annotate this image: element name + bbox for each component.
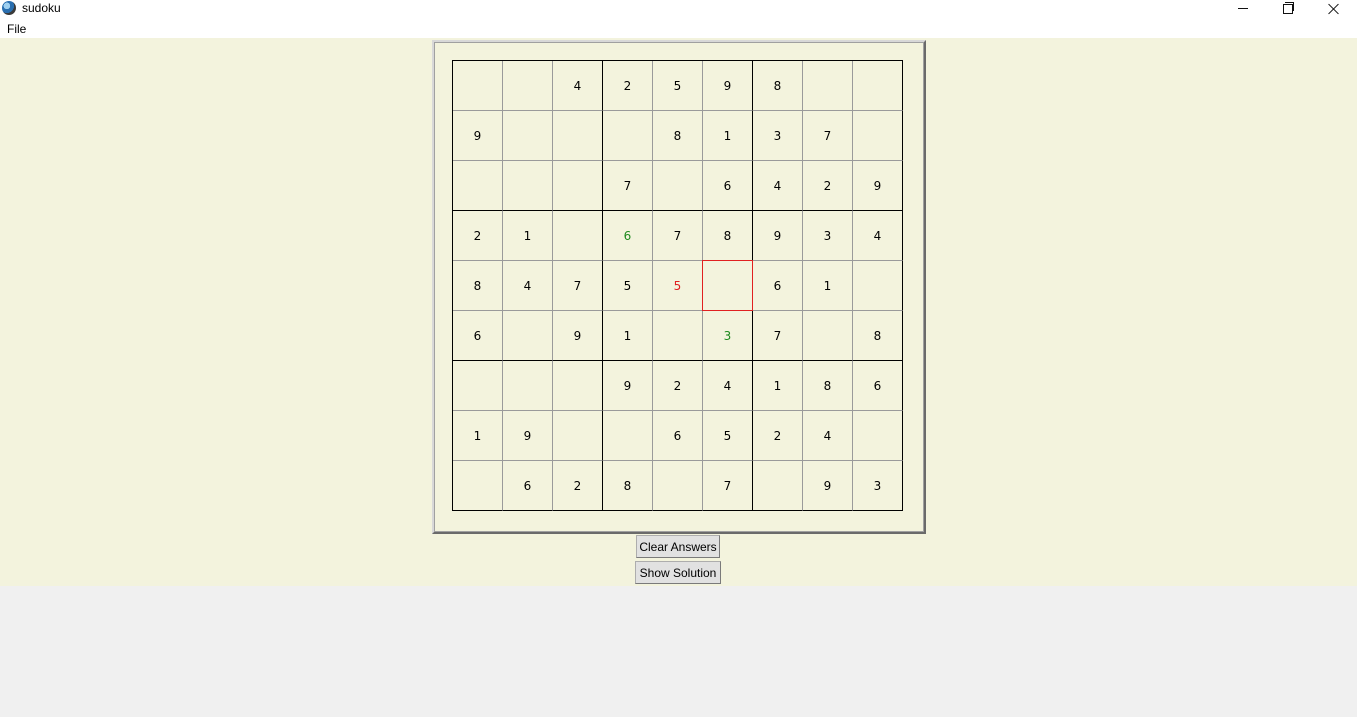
sudoku-cell[interactable]: 9 bbox=[453, 111, 503, 161]
sudoku-cell[interactable] bbox=[453, 461, 503, 511]
sudoku-cell[interactable] bbox=[853, 111, 903, 161]
sudoku-cell[interactable] bbox=[653, 461, 703, 511]
restore-button[interactable] bbox=[1265, 0, 1311, 17]
sudoku-cell[interactable]: 3 bbox=[753, 111, 803, 161]
close-button[interactable] bbox=[1311, 0, 1357, 17]
sudoku-cell[interactable]: 2 bbox=[603, 61, 653, 111]
sudoku-cell[interactable]: 8 bbox=[853, 311, 903, 361]
sudoku-cell[interactable] bbox=[603, 111, 653, 161]
sudoku-cell[interactable] bbox=[803, 311, 853, 361]
sudoku-cell[interactable]: 1 bbox=[753, 361, 803, 411]
sudoku-cell[interactable]: 8 bbox=[453, 261, 503, 311]
sudoku-cell[interactable]: 9 bbox=[803, 461, 853, 511]
sudoku-cell[interactable] bbox=[753, 461, 803, 511]
sudoku-cell[interactable]: 6 bbox=[703, 161, 753, 211]
sudoku-cell[interactable]: 2 bbox=[553, 461, 603, 511]
sudoku-cell[interactable]: 9 bbox=[853, 161, 903, 211]
sudoku-cell[interactable] bbox=[553, 411, 603, 461]
sudoku-cell[interactable]: 5 bbox=[653, 61, 703, 111]
sudoku-cell[interactable] bbox=[503, 161, 553, 211]
sudoku-cell[interactable]: 1 bbox=[603, 311, 653, 361]
sudoku-cell[interactable]: 9 bbox=[703, 61, 753, 111]
sudoku-cell[interactable] bbox=[853, 411, 903, 461]
sudoku-cell[interactable]: 2 bbox=[653, 361, 703, 411]
sudoku-cell[interactable]: 4 bbox=[753, 161, 803, 211]
sudoku-cell[interactable]: 6 bbox=[453, 311, 503, 361]
sudoku-cell[interactable] bbox=[503, 361, 553, 411]
sudoku-cell[interactable]: 4 bbox=[803, 411, 853, 461]
sudoku-cell[interactable]: 6 bbox=[503, 461, 553, 511]
sudoku-cell[interactable]: 8 bbox=[803, 361, 853, 411]
menu-file[interactable]: File bbox=[7, 22, 26, 36]
sudoku-cell[interactable]: 4 bbox=[853, 211, 903, 261]
sudoku-cell[interactable]: 5 bbox=[703, 411, 753, 461]
sudoku-grid: 4259898137764292167893484755616913789241… bbox=[452, 60, 903, 511]
sudoku-cell[interactable] bbox=[453, 361, 503, 411]
sudoku-cell[interactable]: 6 bbox=[653, 411, 703, 461]
sudoku-cell[interactable]: 8 bbox=[653, 111, 703, 161]
sudoku-cell[interactable] bbox=[603, 411, 653, 461]
sudoku-cell[interactable]: 2 bbox=[453, 211, 503, 261]
clear-answers-button[interactable]: Clear Answers bbox=[636, 535, 720, 558]
sudoku-cell[interactable] bbox=[553, 111, 603, 161]
restore-icon bbox=[1283, 1, 1294, 14]
sudoku-cell[interactable] bbox=[803, 61, 853, 111]
sudoku-cell[interactable] bbox=[553, 361, 603, 411]
sudoku-cell[interactable]: 7 bbox=[703, 461, 753, 511]
sudoku-cell[interactable]: 1 bbox=[453, 411, 503, 461]
sudoku-cell[interactable]: 5 bbox=[603, 261, 653, 311]
sudoku-cell[interactable]: 1 bbox=[703, 111, 753, 161]
sudoku-cell[interactable] bbox=[553, 161, 603, 211]
sudoku-cell[interactable]: 4 bbox=[503, 261, 553, 311]
sudoku-cell[interactable]: 9 bbox=[603, 361, 653, 411]
sudoku-cell[interactable] bbox=[653, 161, 703, 211]
title-bar: sudoku bbox=[0, 0, 1357, 17]
sudoku-cell[interactable] bbox=[853, 61, 903, 111]
sudoku-cell[interactable]: 9 bbox=[753, 211, 803, 261]
sudoku-cell[interactable]: 6 bbox=[853, 361, 903, 411]
sudoku-cell[interactable] bbox=[653, 311, 703, 361]
sudoku-cell[interactable]: 8 bbox=[753, 61, 803, 111]
sudoku-cell[interactable] bbox=[503, 61, 553, 111]
sudoku-cell[interactable]: 3 bbox=[853, 461, 903, 511]
sudoku-cell[interactable]: 8 bbox=[603, 461, 653, 511]
minimize-icon bbox=[1238, 8, 1248, 9]
sudoku-cell[interactable] bbox=[453, 61, 503, 111]
close-icon bbox=[1328, 3, 1340, 15]
sudoku-cell[interactable]: 7 bbox=[553, 261, 603, 311]
sudoku-cell[interactable] bbox=[503, 111, 553, 161]
minimize-button[interactable] bbox=[1220, 0, 1266, 17]
sudoku-cell[interactable]: 7 bbox=[803, 111, 853, 161]
sudoku-cell[interactable] bbox=[853, 261, 903, 311]
sudoku-cell[interactable]: 8 bbox=[703, 211, 753, 261]
sudoku-cell[interactable]: 3 bbox=[703, 311, 753, 361]
sudoku-cell[interactable] bbox=[503, 311, 553, 361]
sudoku-cell[interactable]: 5 bbox=[653, 261, 703, 311]
sudoku-cell[interactable]: 2 bbox=[803, 161, 853, 211]
sudoku-cell[interactable]: 9 bbox=[553, 311, 603, 361]
sudoku-cell[interactable]: 1 bbox=[503, 211, 553, 261]
menu-bar: File bbox=[0, 17, 1357, 38]
app-globe-icon bbox=[2, 1, 16, 15]
sudoku-cell[interactable]: 7 bbox=[653, 211, 703, 261]
sudoku-cell[interactable]: 4 bbox=[703, 361, 753, 411]
sudoku-cell[interactable]: 3 bbox=[803, 211, 853, 261]
show-solution-button[interactable]: Show Solution bbox=[635, 561, 721, 584]
sudoku-cell[interactable]: 7 bbox=[603, 161, 653, 211]
sudoku-cell[interactable] bbox=[553, 211, 603, 261]
sudoku-cell[interactable]: 4 bbox=[553, 61, 603, 111]
sudoku-cell[interactable]: 2 bbox=[753, 411, 803, 461]
sudoku-cell[interactable] bbox=[702, 260, 753, 311]
sudoku-cell[interactable]: 6 bbox=[603, 211, 653, 261]
sudoku-cell[interactable] bbox=[453, 161, 503, 211]
sudoku-cell[interactable]: 1 bbox=[803, 261, 853, 311]
sudoku-cell[interactable]: 7 bbox=[753, 311, 803, 361]
sudoku-cell[interactable]: 9 bbox=[503, 411, 553, 461]
window-title: sudoku bbox=[22, 1, 61, 15]
sudoku-cell[interactable]: 6 bbox=[753, 261, 803, 311]
